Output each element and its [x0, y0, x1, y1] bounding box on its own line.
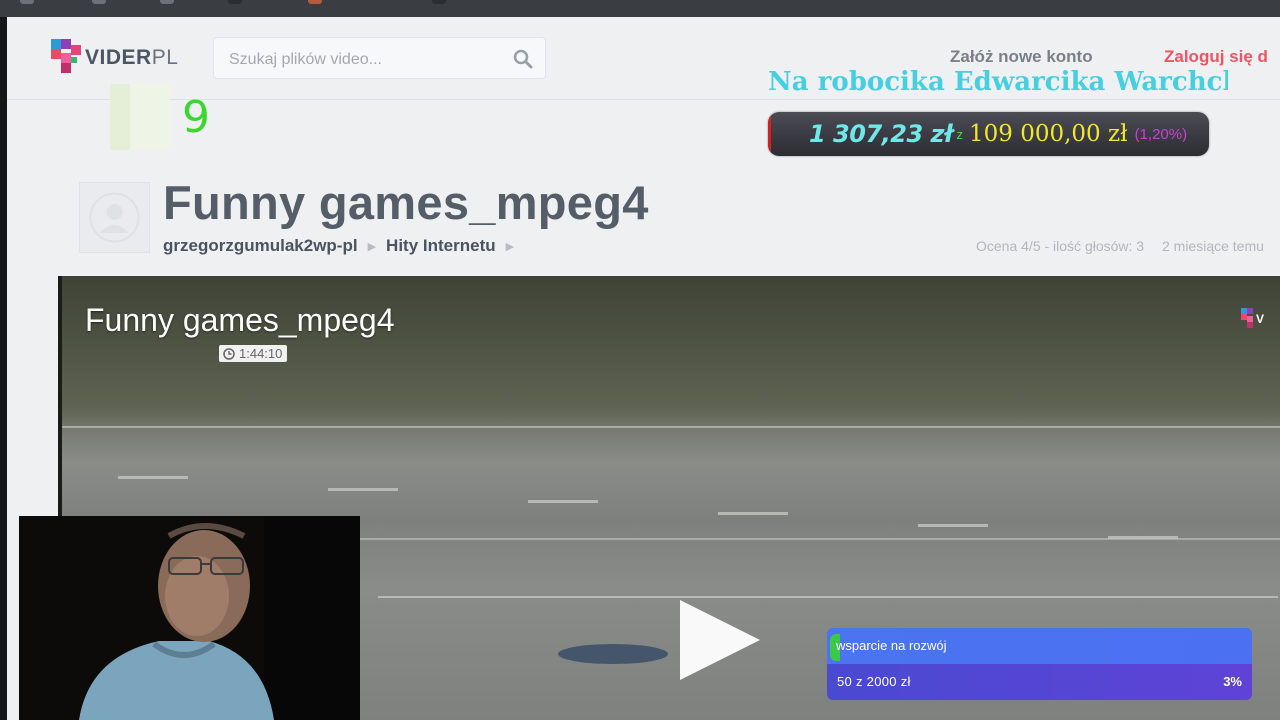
- page-title: Funny games_mpeg4: [163, 176, 649, 229]
- video-frame-lane: [328, 488, 398, 491]
- donation-percent: (1,20%): [1134, 125, 1188, 143]
- video-frame-lane: [918, 524, 988, 527]
- search-input[interactable]: [227, 48, 501, 72]
- video-frame-lane: [718, 512, 788, 515]
- vider-logo-icon: V: [1241, 308, 1264, 328]
- video-frame-car: [558, 644, 668, 664]
- tray-icon[interactable]: [92, 0, 106, 4]
- video-frame-lane: [118, 476, 188, 479]
- svg-text:V: V: [1256, 312, 1264, 326]
- donation-raised: 1 307,23 zł: [809, 120, 953, 148]
- breadcrumb: grzegorzgumulak2wp-pl ▶ Hity Internetu ▶: [163, 236, 524, 256]
- overlay-ticker: Na robocika Edwarcika Warchcki: [768, 67, 1228, 97]
- login-link[interactable]: Zaloguj się d: [1164, 47, 1268, 67]
- posted-time: 2 miesiące temu: [1161, 238, 1264, 254]
- video-frame-lane: [528, 500, 598, 503]
- play-icon[interactable]: [678, 598, 762, 682]
- breadcrumb-separator-icon: ▶: [505, 240, 515, 253]
- search-icon[interactable]: [513, 49, 533, 69]
- donation-goal: 109 000,00 zł: [969, 121, 1128, 147]
- overlay-k9-badge: 9: [110, 84, 210, 150]
- video-meta: Ocena 4/5 - ilość głosów: 3 2 miesiące t…: [976, 238, 1264, 254]
- breadcrumb-category[interactable]: Hity Internetu: [386, 236, 496, 256]
- tray-icon[interactable]: [20, 0, 34, 4]
- donation-progress-fill: [768, 112, 771, 156]
- player-duration: 1:44:10: [219, 345, 288, 362]
- clock-icon: [223, 347, 235, 360]
- donation-separator: z: [956, 126, 964, 142]
- logo-text-main: VIDER: [85, 46, 152, 69]
- tray-icon[interactable]: [308, 0, 322, 4]
- video-frame-lane: [1108, 536, 1178, 539]
- tray-icon[interactable]: [432, 0, 446, 4]
- player-title: Funny games_mpeg4: [85, 302, 395, 338]
- rating-info: Ocena 4/5 - ilość głosów: 3: [976, 238, 1145, 254]
- vider-logo-icon: [49, 35, 83, 81]
- donation-goal-bar: 1 307,23 zł z 109 000,00 zł (1,20%): [768, 112, 1209, 156]
- logo-text-suffix: PL: [151, 46, 179, 69]
- webcam-overlay: [19, 516, 360, 720]
- support-widget[interactable]: wsparcie na rozwój 50 z 2000 zł 3%: [827, 628, 1252, 700]
- k9-number: 9: [182, 92, 210, 143]
- k-logo-icon: [110, 84, 170, 150]
- breadcrumb-separator-icon: ▶: [367, 240, 377, 253]
- tray-icon[interactable]: [160, 0, 174, 4]
- system-top-bar: [0, 0, 1280, 17]
- window-edge: [0, 17, 7, 720]
- site-logo[interactable]: VIDERPL: [49, 35, 178, 81]
- support-percent: 3%: [1223, 674, 1242, 689]
- tray-icon[interactable]: [228, 0, 242, 4]
- logo-wordmark: VIDERPL: [85, 46, 178, 70]
- user-placeholder-icon: [89, 192, 140, 243]
- duration-text: 1:44:10: [239, 346, 283, 361]
- search-box: [213, 37, 546, 79]
- webcam-person-image: [19, 516, 360, 720]
- support-label: wsparcie na rozwój: [836, 638, 947, 653]
- video-frame-lane: [378, 596, 1278, 598]
- breadcrumb-user[interactable]: grzegorzgumulak2wp-pl: [163, 236, 358, 256]
- register-link[interactable]: Załóż nowe konto: [950, 47, 1093, 67]
- support-amount: 50 z 2000 zł: [837, 674, 911, 689]
- avatar[interactable]: [79, 182, 150, 253]
- video-frame-road: [58, 426, 1280, 428]
